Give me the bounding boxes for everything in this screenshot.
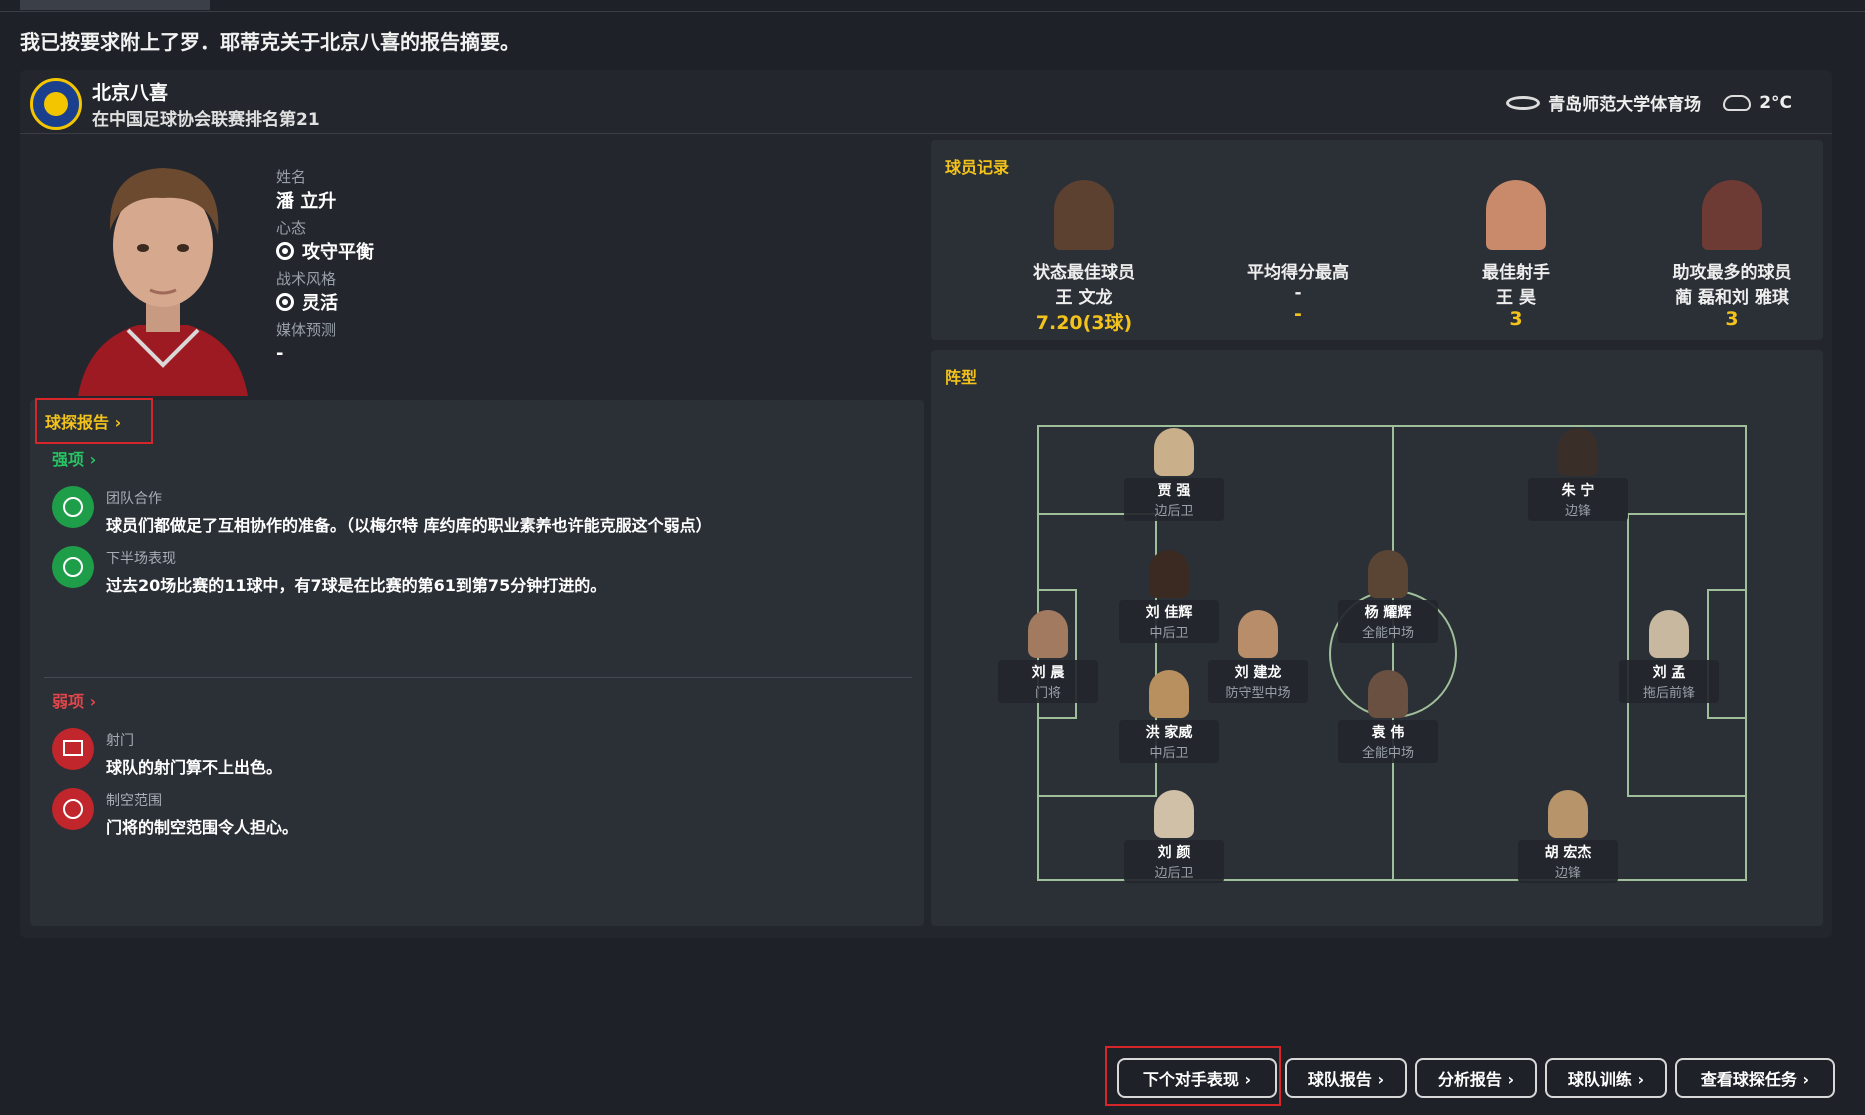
style-value: 灵活 [276,289,374,315]
record-value: 3 [1725,308,1739,330]
weakness-item: 射门 球队的射门算不上出色。 [52,728,282,778]
player-name[interactable]: 潘 立升 [276,187,374,213]
record-most-assists[interactable]: 助攻最多的球员 蔺 磊和刘 雅琪 3 [1637,180,1827,330]
strengths-title[interactable]: 强项 › [52,446,96,470]
teamwork-icon [52,486,94,528]
temperature: 2°C [1759,92,1792,113]
record-player: - [1294,283,1302,303]
report-message: 我已按要求附上了罗．耶蒂克关于北京八喜的报告摘要。 [20,30,520,54]
record-player: 王 昊 [1496,288,1536,308]
top-bar [0,0,1865,12]
target-icon [276,242,294,260]
player-card: 姓名 潘 立升 心态 攻守平衡 战术风格 灵活 媒体预测 - [28,140,926,396]
record-label: 最佳射手 [1482,263,1550,283]
player-info: 姓名 潘 立升 心态 攻守平衡 战术风格 灵活 媒体预测 - [276,162,374,366]
club-crest-icon[interactable] [30,78,82,130]
weakness-item: 制空范围 门将的制空范围令人担心。 [52,788,298,838]
strength-title: 团队合作 [106,491,162,507]
media-label: 媒体预测 [276,321,337,339]
weakness-title: 制空范围 [106,793,162,809]
scout-report-panel [30,400,924,926]
record-top-scorer[interactable]: 最佳射手 王 昊 3 [1421,180,1611,330]
formation-title: 阵型 [945,368,978,387]
record-best-form[interactable]: 状态最佳球员 王 文龙 7.20(3球) [989,180,1179,335]
formation-player[interactable]: 刘 建龙 防守型中场 [1208,610,1308,703]
style-label: 战术风格 [276,270,337,288]
analysis-report-button[interactable]: 分析报告 › [1415,1058,1537,1098]
formation-player[interactable]: 贾 强边后卫 [1124,428,1224,521]
mentality-label: 心态 [276,219,307,237]
section-divider [44,677,912,678]
next-opponent-button[interactable]: 下个对手表现 › [1117,1058,1277,1098]
aerial-reach-icon [52,788,94,830]
top-thumbnail [20,0,210,10]
club-header: 北京八喜 在中国足球协会联赛排名第21 青岛师范大学体育场 2°C [20,70,1832,134]
second-half-icon [52,546,94,588]
record-value: 3 [1509,308,1523,330]
name-label: 姓名 [276,168,307,186]
club-name[interactable]: 北京八喜 [92,78,168,105]
weaknesses-title[interactable]: 弱项 › [52,688,96,712]
scout-assignments-button[interactable]: 查看球探任务 › [1675,1058,1835,1098]
player-records-panel: 球员记录 状态最佳球员 王 文龙 7.20(3球) 平均得分最高 - - 最佳射… [931,140,1823,340]
venue-name: 青岛师范大学体育场 [1548,95,1702,115]
team-report-button[interactable]: 球队报告 › [1285,1058,1407,1098]
formation-player[interactable]: 刘 颜边后卫 [1124,790,1224,883]
record-label: 平均得分最高 [1247,263,1349,283]
player-face [1486,180,1546,250]
venue-info: 青岛师范大学体育场 2°C [1506,90,1792,115]
records-title: 球员记录 [945,158,1010,177]
player-portrait[interactable] [68,150,258,396]
strength-item: 下半场表现 过去20场比赛的11球中，有7球是在比赛的第61到第75分钟打进的。 [52,546,606,596]
player-face [1702,180,1762,250]
shooting-icon [52,728,94,770]
bottom-button-bar: 下个对手表现 › 球队报告 › 分析报告 › 球队训练 › 查看球探任务 › [1117,1058,1835,1098]
formation-player[interactable]: 朱 宁边锋 [1528,428,1628,521]
record-player: 蔺 磊和刘 雅琪 [1675,288,1789,308]
record-player: 王 文龙 [1055,288,1113,308]
player-face [1268,180,1328,250]
strength-title: 下半场表现 [106,551,176,567]
weakness-text: 球队的射门算不上出色。 [106,758,283,777]
team-training-button[interactable]: 球队训练 › [1545,1058,1667,1098]
cloud-icon [1723,94,1752,111]
club-ranking: 在中国足球协会联赛排名第21 [92,110,320,130]
formation-player[interactable]: 洪 家威 中后卫 [1119,670,1219,763]
record-value: - [1294,303,1302,325]
media-value: - [276,342,284,364]
record-label: 状态最佳球员 [1033,263,1135,283]
player-face [1054,180,1114,250]
formation-player[interactable]: 刘 晨门将 [998,610,1098,703]
formation-player[interactable]: 胡 宏杰 边锋 [1518,790,1618,883]
record-avg-rating[interactable]: 平均得分最高 - - [1203,180,1393,325]
target-icon [276,293,294,311]
scout-report-tab[interactable]: 球探报告 › [35,398,153,444]
strength-item: 团队合作 球员们都做足了互相协作的准备。（以梅尔特 库约库的职业素养也许能克服这… [52,486,712,536]
strength-text: 过去20场比赛的11球中，有7球是在比赛的第61到第75分钟打进的。 [106,576,607,595]
formation-player[interactable]: 刘 孟拖后前锋 [1619,610,1719,703]
weakness-text: 门将的制空范围令人担心。 [106,818,299,837]
formation-player[interactable]: 袁 伟全能中场 [1338,670,1438,763]
record-value: 7.20(3球) [1035,312,1133,334]
weakness-title: 射门 [106,733,134,749]
record-label: 助攻最多的球员 [1672,263,1792,283]
formation-player[interactable]: 杨 耀辉 全能中场 [1338,550,1438,643]
stadium-icon [1506,95,1541,110]
mentality-value: 攻守平衡 [276,238,374,264]
strength-text: 球员们都做足了互相协作的准备。（以梅尔特 库约库的职业素养也许能克服这个弱点） [106,516,712,535]
formation-player[interactable]: 刘 佳辉 中后卫 [1119,550,1219,643]
